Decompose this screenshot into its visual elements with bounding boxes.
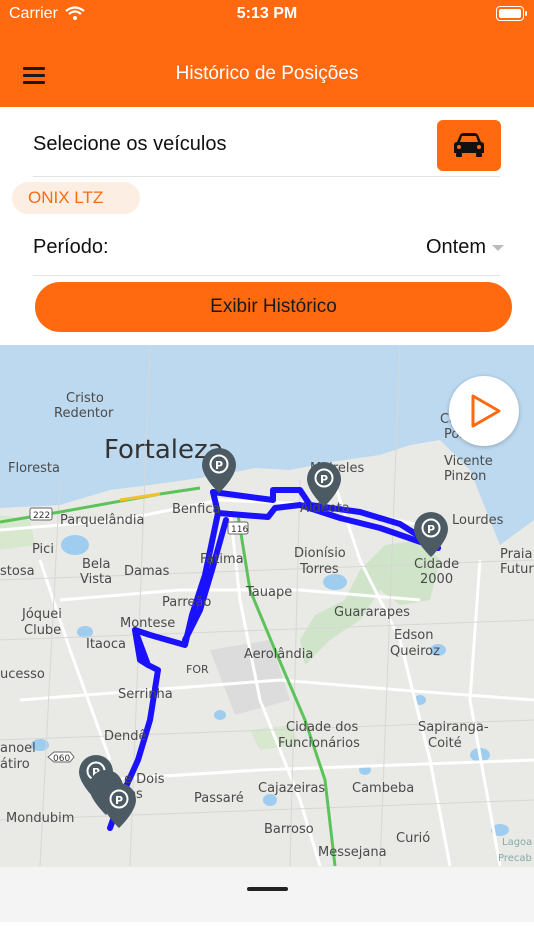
map-label: e Dois xyxy=(124,772,165,787)
map-label: Messejana xyxy=(318,845,387,860)
play-button[interactable] xyxy=(449,376,519,446)
play-icon xyxy=(471,394,501,428)
map-label: Fátima xyxy=(200,552,244,567)
page-title: Histórico de Posições xyxy=(175,63,359,84)
map-label: átiro xyxy=(0,757,30,772)
map-label: Lourdes xyxy=(452,513,504,528)
parking-marker-icon[interactable]: P xyxy=(102,783,136,828)
vehicles-label: Selecione os veículos xyxy=(33,133,227,155)
map-label: Vista xyxy=(80,572,112,587)
map-label: Torres xyxy=(299,562,339,577)
bottom-sheet[interactable] xyxy=(0,867,534,922)
map-label: Jóquei xyxy=(21,607,62,622)
chevron-down-icon[interactable] xyxy=(492,245,504,251)
map-label: Cambeba xyxy=(352,781,414,796)
svg-text:P: P xyxy=(320,473,328,486)
map-label: Bela xyxy=(82,557,111,572)
route-shield: 060 xyxy=(47,751,75,764)
map-label: Lagoa xyxy=(502,837,532,848)
map-label: Cristo xyxy=(66,391,104,406)
map-label: Parquelândia xyxy=(60,513,144,528)
show-history-button[interactable]: Exibir Histórico xyxy=(35,282,512,332)
status-time: 5:13 PM xyxy=(236,5,298,22)
svg-text:P: P xyxy=(427,523,435,536)
parking-marker-icon[interactable]: P xyxy=(202,448,236,493)
battery-icon xyxy=(496,6,527,21)
map-label: Mondubim xyxy=(6,811,74,826)
map-label: anoel xyxy=(0,741,36,756)
map-label: Funcionários xyxy=(278,736,360,751)
map-label: Dionísio xyxy=(294,546,346,561)
car-icon xyxy=(454,133,484,157)
divider xyxy=(33,275,500,276)
divider xyxy=(33,176,500,177)
map-label: Parreão xyxy=(162,595,211,610)
map-label: Curió xyxy=(396,831,430,846)
route-shield: 116 xyxy=(227,521,249,535)
app-header: Carrier 5:13 PM Histórico de Posições xyxy=(0,0,534,107)
map-label: Edson xyxy=(394,628,433,643)
map-label: Sapiranga- xyxy=(418,720,489,735)
svg-text:222: 222 xyxy=(33,511,50,521)
bottom-area xyxy=(0,922,534,950)
map-view[interactable]: Cristo Redentor Fortaleza Floresta Parqu… xyxy=(0,345,534,867)
map-label: Cidade dos xyxy=(286,720,358,735)
map-label: Coité xyxy=(428,736,462,751)
map-label: Futur xyxy=(500,562,534,577)
svg-text:116: 116 xyxy=(231,525,248,535)
map-label: Cajazeiras xyxy=(258,781,325,796)
map-label: Pinzon xyxy=(444,469,486,484)
map-label: Queiroz xyxy=(390,644,440,659)
map-label: Tauape xyxy=(245,585,292,600)
svg-text:060: 060 xyxy=(53,754,70,764)
map-label: Pici xyxy=(32,542,54,557)
map-label: Itaoca xyxy=(86,637,126,652)
map-label: Cidade xyxy=(414,557,459,572)
map-label: Serrinha xyxy=(118,687,173,702)
map-label: Clube xyxy=(24,623,61,638)
map-label: Damas xyxy=(124,564,170,579)
map-label: Benfica xyxy=(172,502,220,517)
status-bar: Carrier 5:13 PM xyxy=(0,0,534,30)
map-label: Precab xyxy=(498,853,532,864)
map-label: Barroso xyxy=(264,822,314,837)
map-label: Vicente xyxy=(444,454,493,469)
drag-handle[interactable] xyxy=(247,887,288,891)
svg-text:P: P xyxy=(215,459,223,472)
map-label: 2000 xyxy=(420,572,453,587)
period-select[interactable]: Ontem xyxy=(426,236,486,259)
route-shield: 222 xyxy=(29,507,53,521)
map-label: Redentor xyxy=(54,406,114,421)
svg-text:P: P xyxy=(115,794,123,807)
map-label: Guararapes xyxy=(334,605,410,620)
map-label: Montese xyxy=(120,616,175,631)
vehicle-chip[interactable]: ONIX LTZ xyxy=(12,182,140,214)
map-label: Praia xyxy=(500,547,533,562)
map-label: Passaré xyxy=(194,791,244,806)
map-label: Dendê xyxy=(104,729,147,744)
map-label: FOR xyxy=(186,663,209,676)
map-label: stosa xyxy=(0,564,35,579)
select-vehicle-button[interactable] xyxy=(437,120,501,171)
map-label: Floresta xyxy=(8,461,60,476)
map-label: Aerolândia xyxy=(244,647,313,662)
map-label: ucesso xyxy=(0,667,45,682)
period-label: Período: xyxy=(33,236,109,258)
